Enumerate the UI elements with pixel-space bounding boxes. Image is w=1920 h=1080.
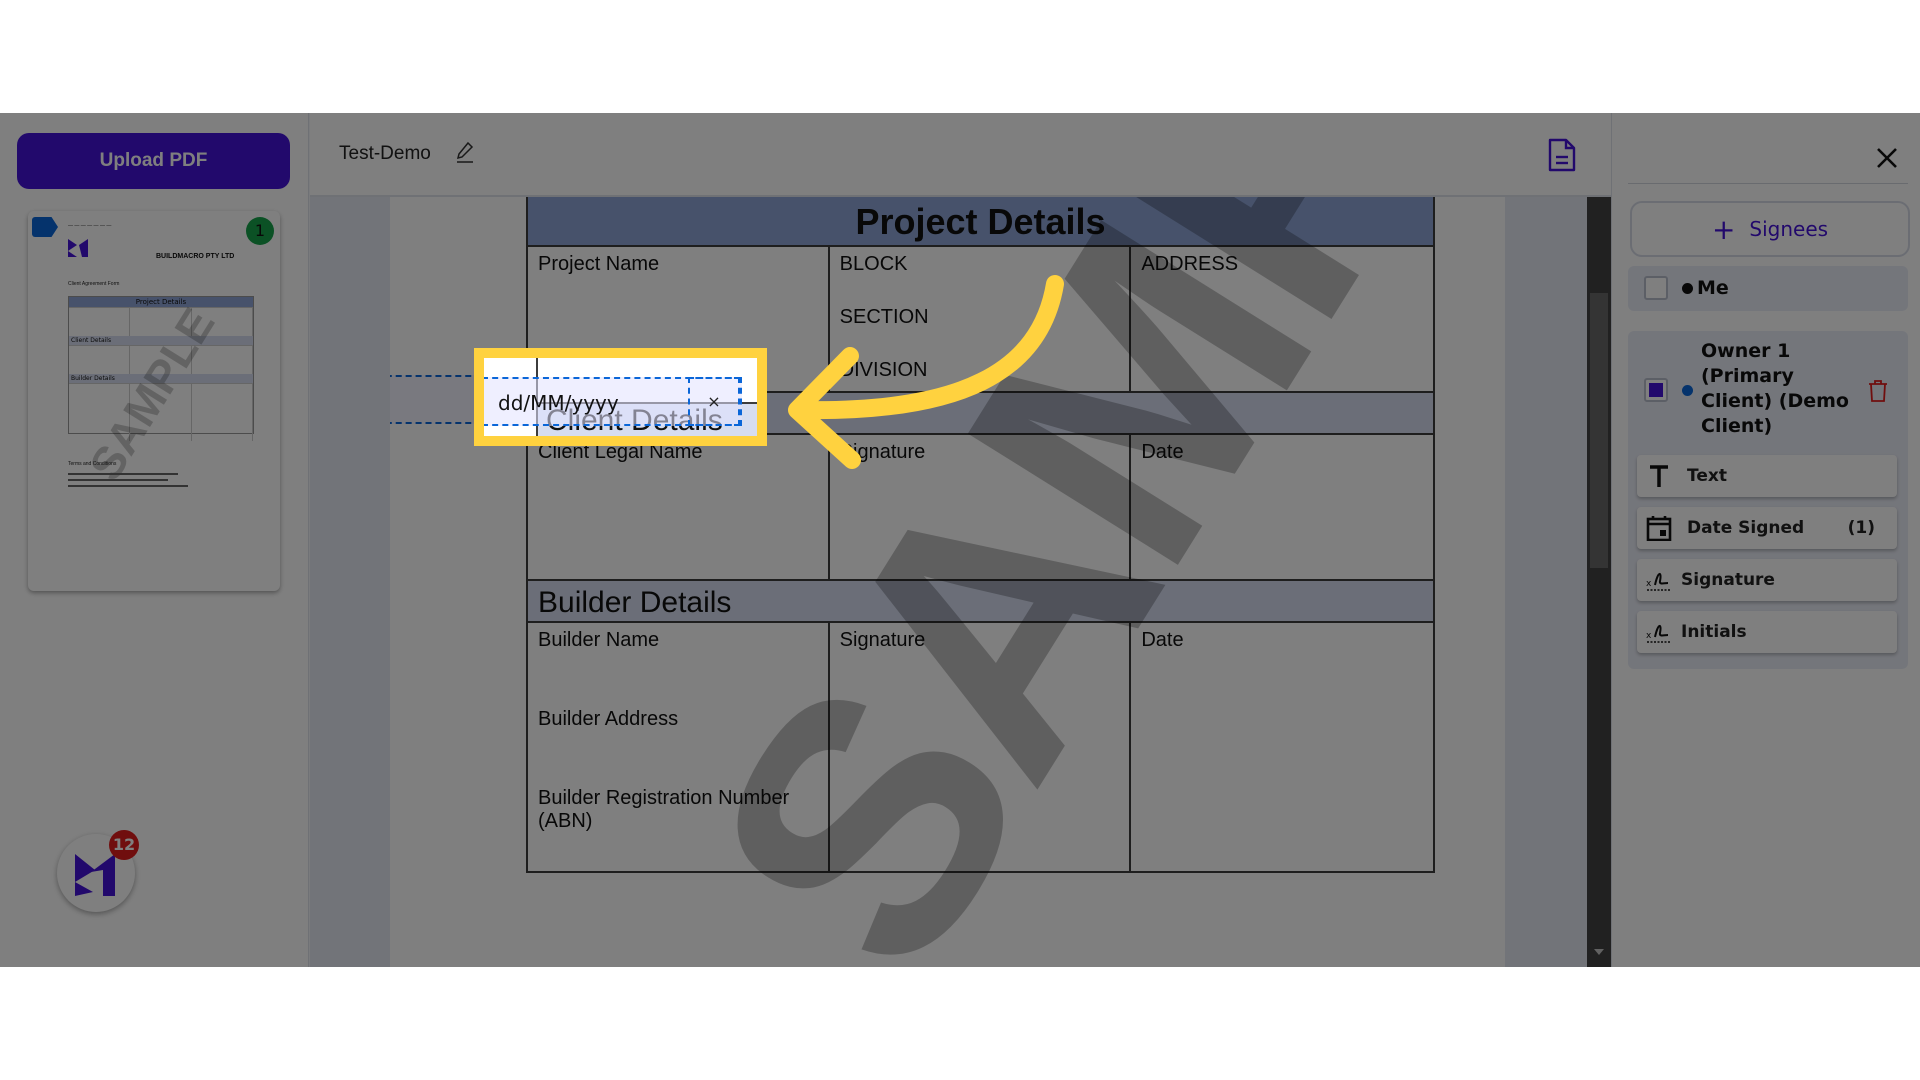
thumb-address-text: — — — — — — — — [68, 223, 112, 229]
date-value: dd/MM/yyyy — [498, 391, 619, 415]
thumb-company-name: BUILDMACRO PTY LTD — [156, 253, 235, 260]
signee-color-dot — [1682, 385, 1693, 396]
document-table: Project Details Project Name BLOCK SECTI… — [526, 197, 1435, 873]
field-count: (1) — [1847, 518, 1875, 538]
thumb-terms-line — [68, 479, 168, 481]
signee-name: Owner 1 (Primary Client) (Demo Client) — [1701, 340, 1849, 437]
initials-icon: x — [1646, 625, 1670, 643]
tutorial-highlight-box: Client Details dd/MM/yyyy × — [474, 348, 767, 446]
close-icon[interactable] — [1872, 143, 1902, 173]
scroll-down-arrow-icon[interactable] — [1594, 949, 1604, 955]
divider — [1628, 183, 1908, 184]
builder-date-cell: Date — [1141, 629, 1184, 651]
signee-checkbox[interactable] — [1644, 276, 1668, 300]
calendar-icon — [1646, 516, 1672, 541]
signee-checkbox[interactable] — [1644, 378, 1668, 402]
vertical-scrollbar[interactable] — [1587, 197, 1611, 967]
scrollbar-thumb[interactable] — [1590, 293, 1608, 568]
page-number-badge: 1 — [246, 217, 274, 245]
plus-icon: + — [1711, 212, 1736, 246]
document-header: Test-Demo — [310, 113, 1611, 197]
page-thumbnail[interactable]: 1 — — — — — — — BUILDMACRO PTY LTD Clien… — [28, 211, 280, 591]
thumb-project-header: Project Details — [69, 297, 253, 307]
document-viewer[interactable]: Project Details Project Name BLOCK SECTI… — [310, 197, 1611, 967]
svg-text:x: x — [1646, 579, 1652, 589]
clear-date-button[interactable]: × — [688, 377, 740, 426]
signees-label: Signees — [1749, 216, 1829, 241]
app-window: Upload PDF 1 — — — — — — — BUILDMACRO PT… — [0, 113, 1920, 967]
field-button-text[interactable]: Text — [1637, 455, 1897, 497]
thumb-terms-line — [68, 473, 178, 475]
app-launcher-button[interactable]: 12 — [57, 830, 139, 912]
client-signature-cell: Signature — [830, 435, 1132, 579]
add-signees-button[interactable]: + Signees — [1630, 201, 1910, 257]
signee-color-dot — [1682, 283, 1693, 294]
signee-name: Me — [1697, 277, 1729, 299]
document-title: Test-Demo — [339, 143, 431, 164]
thumb-terms-line — [68, 485, 188, 487]
thumb-terms-header: Terms and Conditions — [68, 461, 117, 467]
block-cell: BLOCK SECTION DIVISION — [830, 247, 1132, 391]
svg-text:x: x — [1646, 631, 1652, 641]
date-signed-field-focused[interactable]: dd/MM/yyyy × — [484, 377, 742, 426]
text-icon — [1650, 465, 1668, 487]
document-page: Project Details Project Name BLOCK SECTI… — [390, 197, 1505, 967]
notification-count-badge: 12 — [109, 830, 139, 860]
field-button-signature[interactable]: x Signature — [1637, 559, 1897, 601]
address-cell: ADDRESS — [1141, 253, 1239, 275]
signee-item-me[interactable]: Me — [1628, 266, 1908, 311]
document-icon[interactable] — [1547, 137, 1577, 173]
highlight-content: Client Details dd/MM/yyyy × — [484, 358, 757, 436]
builder-info-cell: Builder Name Builder Address Builder Reg… — [528, 623, 830, 871]
builder-details-row: Builder Name Builder Address Builder Reg… — [528, 623, 1433, 871]
edit-pencil-icon[interactable] — [455, 141, 475, 163]
company-logo-icon — [68, 239, 88, 257]
field-tag-icon — [32, 217, 58, 237]
main-area: Test-Demo Project Details Project Name B… — [310, 113, 1611, 967]
client-details-row: Client Legal Name Signature Date — [528, 435, 1433, 581]
project-details-heading: Project Details — [528, 197, 1433, 247]
signature-icon: x — [1646, 573, 1670, 591]
builder-details-heading: Builder Details — [528, 581, 1433, 623]
signee-item-owner-1[interactable]: Owner 1 (Primary Client) (Demo Client) T… — [1628, 331, 1908, 669]
field-button-initials[interactable]: x Initials — [1637, 611, 1897, 653]
upload-pdf-button[interactable]: Upload PDF — [17, 133, 290, 189]
right-panel: + Signees Me Owner 1 (Primary Client) (De… — [1611, 113, 1920, 967]
builder-signature-cell: Signature — [830, 623, 1132, 871]
client-legal-name-cell: Client Legal Name — [528, 435, 830, 579]
trash-icon[interactable] — [1868, 379, 1888, 403]
field-button-date-signed[interactable]: Date Signed (1) — [1637, 507, 1897, 549]
client-date-cell: Date — [1141, 441, 1184, 463]
thumb-form-title: Client Agreement Form — [68, 281, 120, 287]
left-panel: Upload PDF 1 — — — — — — — BUILDMACRO PT… — [0, 113, 309, 967]
